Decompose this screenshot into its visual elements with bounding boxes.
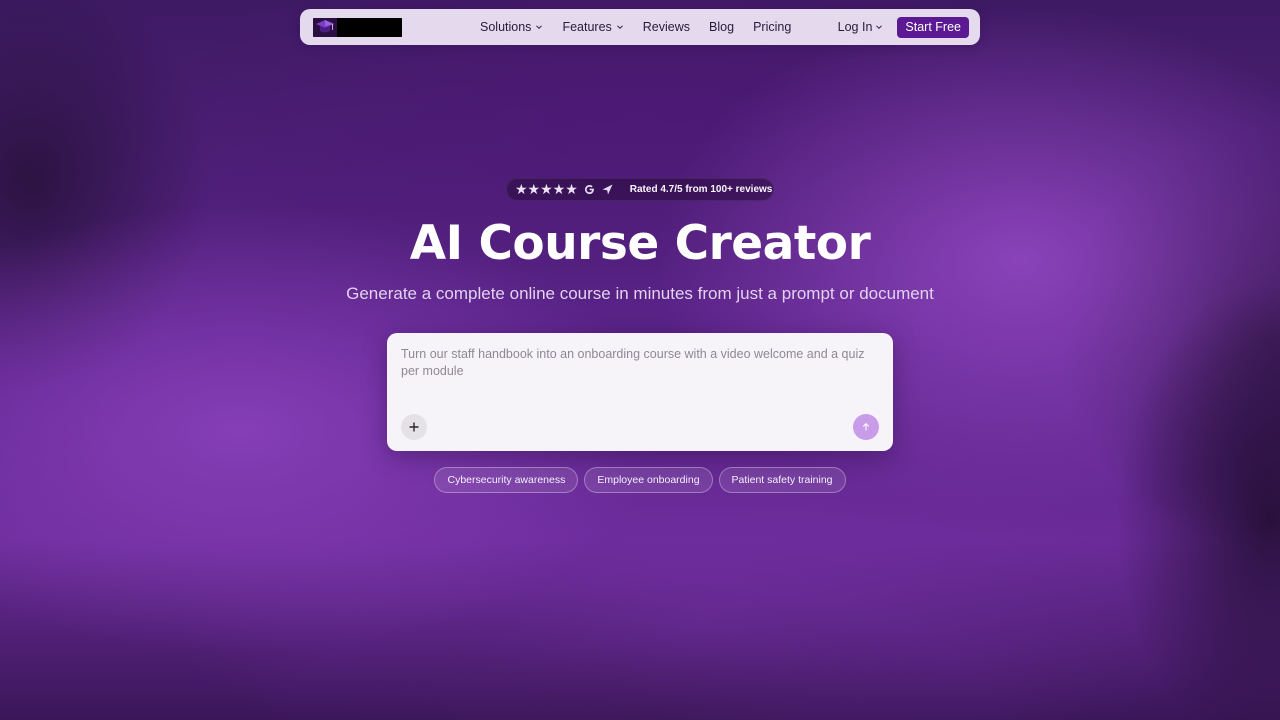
page-subtitle: Generate a complete online course in min… [346, 284, 934, 303]
login-button[interactable]: Log In [838, 20, 884, 34]
chip-employee-onboarding[interactable]: Employee onboarding [584, 467, 713, 493]
nav-pricing[interactable]: Pricing [753, 20, 791, 34]
nav-blog[interactable]: Blog [709, 20, 734, 34]
capterra-icon [601, 183, 614, 197]
nav-reviews-label: Reviews [642, 20, 691, 34]
chip-patient-safety[interactable]: Patient safety training [718, 467, 846, 493]
start-free-button[interactable]: Start Free [897, 16, 969, 38]
nav-solutions-label: Solutions [480, 20, 532, 34]
chip-cybersecurity[interactable]: Cybersecurity awareness [434, 467, 579, 493]
chevron-down-icon [876, 25, 883, 30]
nav-blog-label: Blog [709, 20, 735, 34]
logo[interactable] [313, 17, 402, 37]
google-icon [583, 183, 596, 197]
page-title: AI Course Creator [409, 216, 871, 271]
logo-wordmark [337, 17, 402, 37]
nav-features-label: Features [562, 20, 612, 34]
prompt-card [387, 333, 893, 451]
rating-stars: ★★★★★ [515, 181, 578, 197]
suggestion-chips: Cybersecurity awareness Employee onboard… [0, 467, 1280, 493]
rating-badge: ★★★★★ Rated 4.7/5 from 100+ reviews [506, 178, 774, 201]
nav-actions: Log In Start Free [838, 16, 969, 38]
graduation-cap-icon [313, 17, 337, 37]
nav-links: Solutions Features Reviews Blog Pricing [480, 20, 810, 34]
rating-text: Rated 4.7/5 from 100+ reviews [629, 184, 773, 195]
nav-features[interactable]: Features [562, 20, 623, 34]
add-attachment-button[interactable] [401, 414, 427, 440]
arrow-up-icon [862, 422, 870, 431]
nav-solutions[interactable]: Solutions [480, 20, 543, 34]
nav-reviews[interactable]: Reviews [643, 20, 690, 34]
top-navbar: Solutions Features Reviews Blog Pricing … [300, 9, 980, 45]
login-label: Log In [837, 20, 873, 34]
prompt-input[interactable] [401, 346, 879, 386]
nav-pricing-label: Pricing [753, 20, 792, 34]
chevron-down-icon [616, 25, 623, 30]
send-button[interactable] [853, 414, 879, 440]
plus-icon [409, 422, 419, 432]
chevron-down-icon [536, 25, 543, 30]
